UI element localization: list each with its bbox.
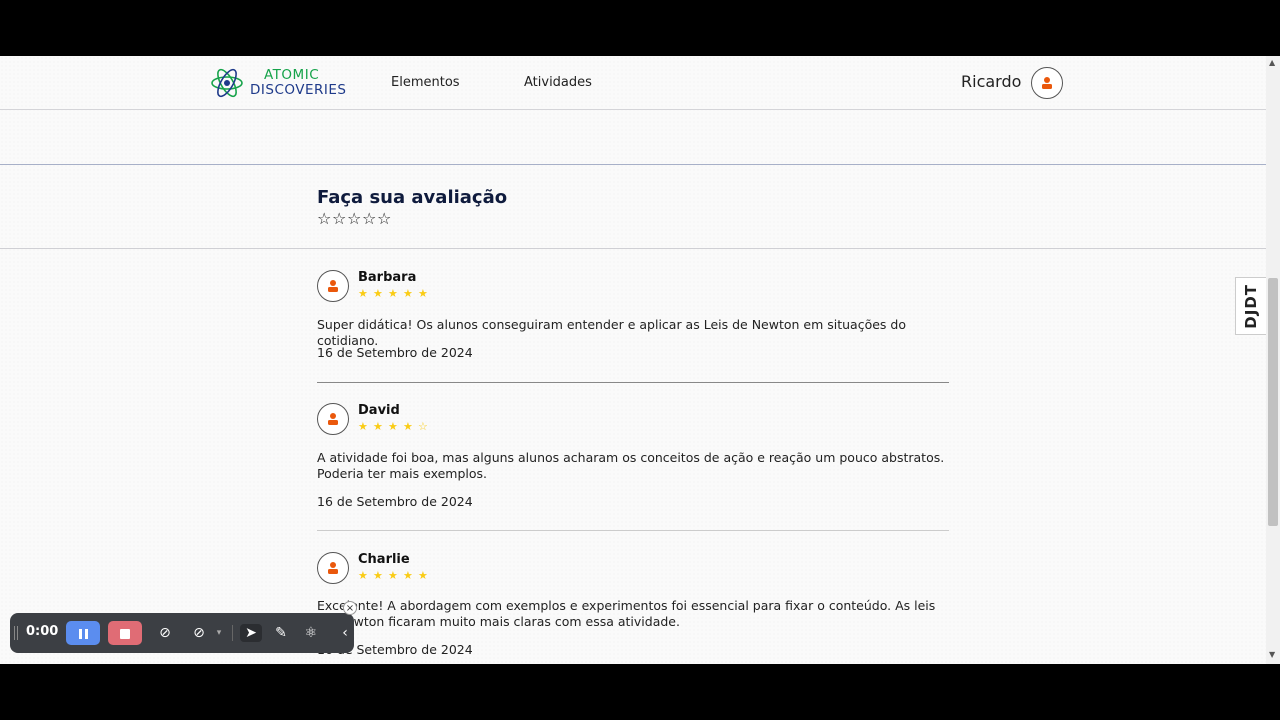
review-separator: [317, 530, 949, 531]
review-text: A atividade foi boa, mas alguns alunos a…: [317, 450, 945, 481]
logo-line-2: DISCOVERIES: [250, 82, 347, 98]
review-date: 16 de Setembro de 2024: [317, 345, 473, 360]
star-outline-icon: ☆: [418, 420, 428, 433]
nav-elementos[interactable]: Elementos: [391, 75, 460, 90]
chevron-down-icon[interactable]: ▾: [210, 624, 228, 642]
star-icon: ★: [418, 569, 428, 582]
section-divider: [0, 164, 1266, 165]
star-icon: ★: [388, 420, 398, 433]
cursor-icon[interactable]: ➤: [240, 624, 262, 642]
close-recorder-icon[interactable]: ×: [343, 601, 357, 615]
reviewer-avatar: [317, 403, 349, 435]
star-icon: ★: [358, 569, 368, 582]
review-text: Excelente! A abordagem com exemplos e ex…: [317, 598, 936, 629]
review-rating: ★ ★ ★ ★ ☆: [358, 420, 433, 434]
scroll-down-icon[interactable]: ▼: [1269, 650, 1275, 659]
review-rating: ★ ★ ★ ★ ★: [358, 287, 433, 301]
scrollbar-thumb[interactable]: [1268, 278, 1278, 526]
recording-timer: 0:00: [26, 624, 59, 639]
reviewer-avatar: [317, 552, 349, 584]
page: ATOMIC DISCOVERIES Elementos Atividades …: [0, 56, 1266, 664]
site-logo[interactable]: ATOMIC DISCOVERIES: [210, 66, 347, 100]
nav-atividades[interactable]: Atividades: [524, 75, 592, 90]
rate-star-2[interactable]: ☆: [332, 210, 347, 227]
rate-star-3[interactable]: ☆: [347, 210, 362, 227]
user-icon: [328, 280, 338, 292]
star-icon: ★: [403, 569, 413, 582]
star-icon: ★: [373, 569, 383, 582]
reviewer-name: Charlie: [358, 552, 410, 567]
reviewer-name: Barbara: [358, 270, 417, 285]
user-avatar[interactable]: [1031, 67, 1063, 99]
star-icon: ★: [373, 420, 383, 433]
logo-text: ATOMIC DISCOVERIES: [250, 68, 347, 98]
toolbar-divider: [232, 625, 233, 641]
rate-star-5[interactable]: ☆: [377, 210, 392, 227]
scroll-up-icon[interactable]: ▲: [1269, 58, 1275, 67]
logo-line-1: ATOMIC: [264, 67, 320, 83]
user-icon: [328, 562, 338, 574]
rating-input[interactable]: ☆ ☆ ☆ ☆ ☆: [317, 210, 392, 227]
review-rating: ★ ★ ★ ★ ★: [358, 569, 433, 583]
broom-icon[interactable]: ⚛: [302, 624, 320, 642]
reviewer-name: David: [358, 403, 400, 418]
video-letterbox-top: [0, 0, 1280, 56]
star-icon: ★: [403, 287, 413, 300]
site-header: ATOMIC DISCOVERIES Elementos Atividades …: [0, 56, 1266, 110]
rate-star-4[interactable]: ☆: [362, 210, 377, 227]
review-date: 16 de Setembro de 2024: [317, 494, 473, 509]
rate-star-1[interactable]: ☆: [317, 210, 332, 227]
star-icon: ★: [418, 287, 428, 300]
review-separator: [317, 382, 949, 383]
star-icon: ★: [403, 420, 413, 433]
stop-icon: [120, 624, 130, 643]
stop-button[interactable]: [108, 621, 142, 645]
browser-viewport: ATOMIC DISCOVERIES Elementos Atividades …: [0, 56, 1280, 664]
atom-icon: [211, 68, 243, 98]
debug-toolbar-label: DJDT: [1242, 284, 1260, 329]
star-icon: ★: [373, 287, 383, 300]
mic-off-icon[interactable]: ⊘: [190, 624, 208, 642]
user-icon: [328, 413, 338, 425]
star-icon: ★: [388, 569, 398, 582]
pause-icon: [77, 624, 89, 643]
page-scrollbar[interactable]: ▲ ▼: [1266, 56, 1280, 664]
pause-button[interactable]: [66, 621, 100, 645]
collapse-icon[interactable]: ‹: [336, 624, 354, 642]
video-letterbox-bottom: [0, 664, 1280, 720]
star-icon: ★: [358, 287, 368, 300]
user-name[interactable]: Ricardo: [961, 72, 1021, 91]
user-icon: [1042, 77, 1052, 89]
debug-toolbar-tab[interactable]: DJDT: [1235, 277, 1266, 335]
drag-handle[interactable]: [14, 626, 18, 640]
rating-title: Faça sua avaliação: [317, 187, 508, 208]
pen-icon[interactable]: ✎: [272, 624, 290, 642]
camera-off-icon[interactable]: ⊘: [156, 624, 174, 642]
star-icon: ★: [358, 420, 368, 433]
screen-recorder-toolbar: 0:00 ⊘ ⊘ ▾ ➤ ✎ ⚛ ‹: [10, 613, 354, 653]
reviewer-avatar: [317, 270, 349, 302]
star-icon: ★: [388, 287, 398, 300]
section-divider: [0, 248, 1266, 249]
